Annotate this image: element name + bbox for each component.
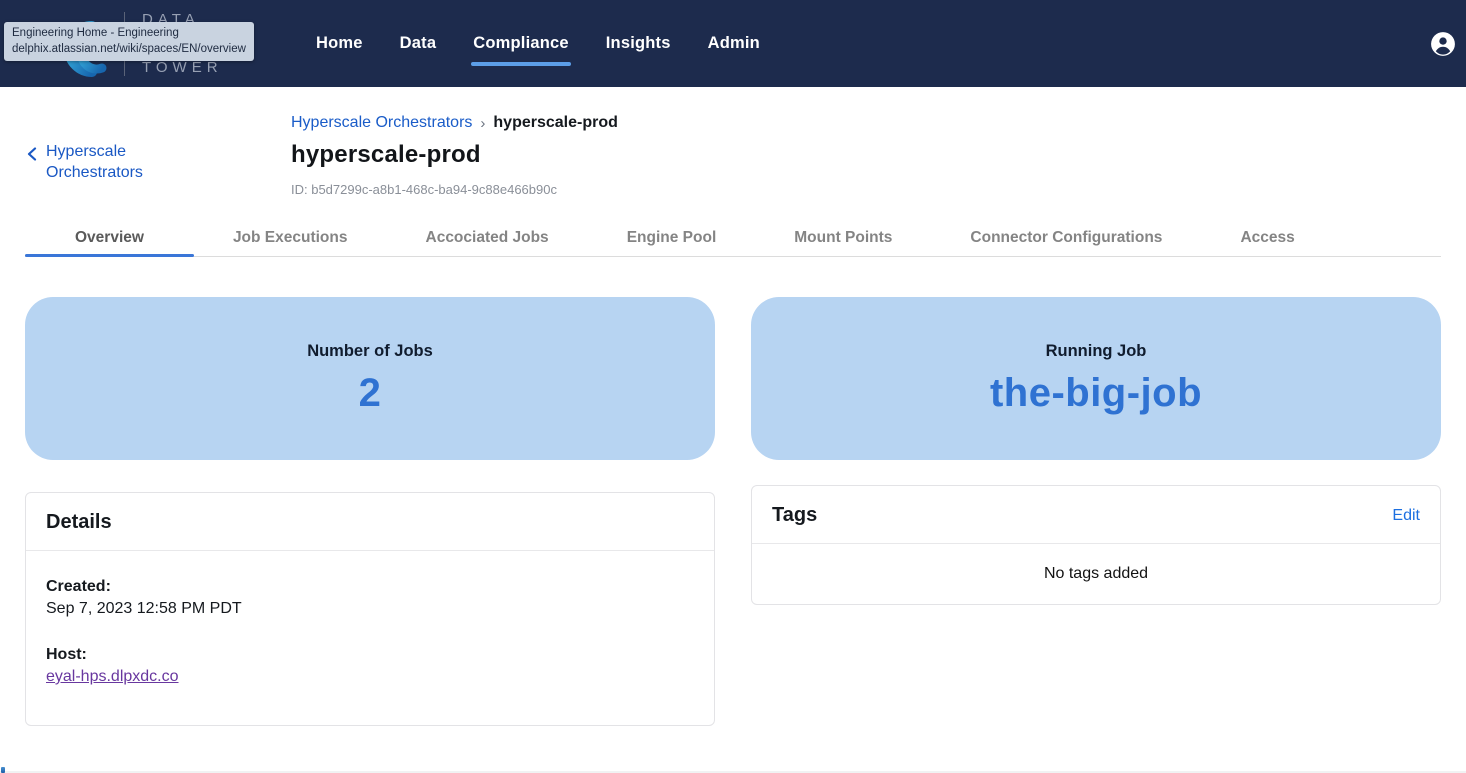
tags-card: Tags Edit No tags added [751,485,1441,605]
stats-row: Number of Jobs 2 Running Job the-big-job [25,297,1441,460]
running-job-value: the-big-job [990,371,1202,416]
running-job-card: Running Job the-big-job [751,297,1441,460]
page-header: Hyperscale Orchestrators › hyperscale-pr… [291,114,618,197]
tab-accociated-jobs[interactable]: Accociated Jobs [387,219,588,256]
user-avatar-icon[interactable] [1430,31,1456,57]
number-of-jobs-value: 2 [359,371,382,416]
breadcrumb: Hyperscale Orchestrators › hyperscale-pr… [291,114,618,132]
tab-bar: Overview Job Executions Accociated Jobs … [25,219,1441,257]
tooltip-url: delphix.atlassian.net/wiki/spaces/EN/ove… [12,41,246,57]
created-value: Sep 7, 2023 12:58 PM PDT [46,598,694,620]
details-card: Details Created: Sep 7, 2023 12:58 PM PD… [25,492,715,726]
nav-item-data[interactable]: Data [400,34,437,53]
orchestrator-id: ID: b5d7299c-a8b1-468c-ba94-9c88e466b90c [291,182,618,197]
tags-card-header: Tags Edit [752,486,1440,543]
chevron-left-icon [26,147,38,161]
back-link-label: Hyperscale Orchestrators [46,141,196,183]
nav-item-home[interactable]: Home [316,34,363,53]
nav-item-insights[interactable]: Insights [606,34,671,53]
tab-overview[interactable]: Overview [25,219,194,256]
breadcrumb-parent-link[interactable]: Hyperscale Orchestrators [291,114,472,132]
details-title: Details [46,511,112,534]
tab-connector-configurations[interactable]: Connector Configurations [931,219,1201,256]
breadcrumb-separator-icon: › [480,115,485,132]
nav-item-admin[interactable]: Admin [708,34,760,53]
breadcrumb-current: hyperscale-prod [493,114,617,132]
cards-row: Details Created: Sep 7, 2023 12:58 PM PD… [25,485,1441,726]
link-preview-tooltip: Engineering Home - Engineering delphix.a… [4,22,254,61]
host-label: Host: [46,644,694,666]
tags-empty-text: No tags added [752,544,1440,604]
footer-logo-fragment [1,767,5,773]
tab-job-executions[interactable]: Job Executions [194,219,387,256]
tab-mount-points[interactable]: Mount Points [755,219,931,256]
tags-edit-link[interactable]: Edit [1392,507,1420,525]
details-body: Created: Sep 7, 2023 12:58 PM PDT Host: … [26,551,714,725]
tab-engine-pool[interactable]: Engine Pool [588,219,756,256]
number-of-jobs-label: Number of Jobs [307,342,433,361]
details-card-header: Details [26,493,714,550]
main-nav: Home Data Compliance Insights Admin [316,0,760,87]
page-title: hyperscale-prod [291,141,618,169]
tab-access[interactable]: Access [1201,219,1333,256]
running-job-label: Running Job [1046,342,1147,361]
created-label: Created: [46,576,694,598]
host-link[interactable]: eyal-hps.dlpxdc.co [46,668,179,685]
number-of-jobs-card: Number of Jobs 2 [25,297,715,460]
tooltip-title: Engineering Home - Engineering [12,25,246,41]
tags-title: Tags [772,504,817,527]
back-link[interactable]: Hyperscale Orchestrators [26,141,196,183]
nav-item-compliance[interactable]: Compliance [473,34,569,53]
